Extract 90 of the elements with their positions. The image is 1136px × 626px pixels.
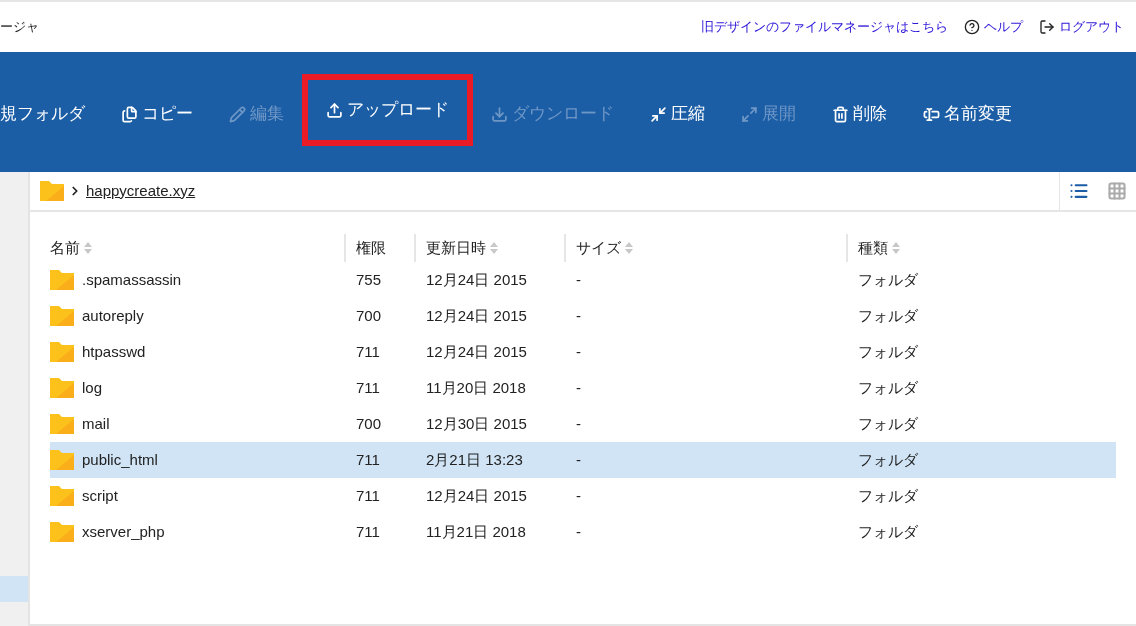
size-cell: - — [576, 450, 581, 468]
sidebar-item[interactable] — [0, 576, 28, 602]
permission-cell: 711 — [356, 342, 380, 360]
app-title: ージャ — [0, 18, 39, 37]
toolbar-button[interactable]: コピー — [103, 78, 211, 150]
column-header[interactable]: 権限 — [356, 236, 386, 260]
pencil-icon — [229, 105, 246, 123]
table-row[interactable]: htpasswd 711 12月24日 2015 - フォルダ — [50, 334, 1116, 370]
file-name: xserver_php — [82, 521, 165, 542]
permission-cell: 711 — [356, 486, 380, 504]
toolbar-button[interactable]: 削除 — [814, 78, 905, 150]
logout-icon — [1039, 19, 1055, 35]
modified-date: 12月24日 2015 — [426, 270, 527, 288]
grid-icon — [1107, 181, 1127, 201]
help-link[interactable]: ヘルプ — [964, 17, 1023, 37]
rename-icon — [923, 105, 940, 123]
permission-cell: 711 — [356, 522, 380, 540]
sort-icon[interactable] — [892, 242, 900, 254]
file-name: log — [82, 377, 103, 398]
type-cell: フォルダ — [858, 378, 918, 396]
folder-icon — [50, 306, 74, 326]
modified-date: 12月30日 2015 — [426, 414, 527, 432]
folder-icon — [50, 450, 74, 470]
download-icon — [491, 105, 508, 123]
table-row[interactable]: mail 700 12月30日 2015 - フォルダ — [50, 406, 1116, 442]
type-cell: フォルダ — [858, 270, 918, 288]
type-cell: フォルダ — [858, 450, 918, 468]
sort-icon[interactable] — [490, 242, 498, 254]
file-name: mail — [82, 413, 110, 434]
expand-arrows-icon — [741, 105, 758, 123]
old-design-link[interactable]: 旧デザインのファイルマネージャはこちら — [701, 17, 948, 37]
folder-icon — [50, 342, 74, 362]
folder-icon — [50, 270, 74, 290]
table-row[interactable]: log 711 11月20日 2018 - フォルダ — [50, 370, 1116, 406]
folder-icon — [50, 486, 74, 506]
table-row[interactable]: script 711 12月24日 2015 - フォルダ — [50, 478, 1116, 514]
table-row[interactable]: autoreply 700 12月24日 2015 - フォルダ — [50, 298, 1116, 334]
size-cell: - — [576, 270, 581, 288]
logout-link[interactable]: ログアウト — [1039, 17, 1124, 37]
modified-date: 11月21日 2018 — [426, 522, 526, 540]
permission-cell: 700 — [356, 414, 382, 432]
list-icon — [1069, 181, 1089, 201]
modified-date: 12月24日 2015 — [426, 486, 527, 504]
column-header[interactable]: 更新日時 — [426, 236, 486, 260]
file-name: public_html — [82, 449, 158, 470]
size-cell: - — [576, 414, 581, 432]
toolbar-button[interactable]: 規フォルダ — [0, 78, 103, 150]
file-name: autoreply — [82, 305, 144, 326]
file-name: script — [82, 485, 118, 506]
type-cell: フォルダ — [858, 342, 918, 360]
type-cell: フォルダ — [858, 522, 918, 540]
modified-date: 12月24日 2015 — [426, 306, 527, 324]
trash-icon — [832, 105, 849, 123]
toolbar-button[interactable]: 名前変更 — [905, 78, 1030, 150]
modified-date: 11月20日 2018 — [426, 378, 526, 396]
file-name: htpasswd — [82, 341, 146, 362]
upload-icon — [326, 101, 343, 119]
table-row[interactable]: public_html 711 2月21日 13:23 - フォルダ — [50, 442, 1116, 478]
server-folder-icon — [40, 181, 64, 201]
type-cell: フォルダ — [858, 306, 918, 324]
size-cell: - — [576, 378, 581, 396]
size-cell: - — [576, 306, 581, 324]
permission-cell: 755 — [356, 270, 382, 288]
size-cell: - — [576, 342, 581, 360]
size-cell: - — [576, 486, 581, 504]
permission-cell: 700 — [356, 306, 382, 324]
copy-icon — [121, 105, 138, 123]
toolbar-button[interactable]: アップロード — [302, 74, 473, 146]
type-cell: フォルダ — [858, 414, 918, 432]
breadcrumb-link[interactable]: happycreate.xyz — [86, 179, 196, 203]
table-row[interactable]: .spamassassin 755 12月24日 2015 - フォルダ — [50, 262, 1116, 298]
modified-date: 12月24日 2015 — [426, 342, 527, 360]
column-header[interactable]: 種類 — [858, 236, 888, 260]
table-row[interactable]: xserver_php 711 11月21日 2018 - フォルダ — [50, 514, 1116, 550]
file-name: .spamassassin — [82, 269, 182, 290]
type-cell: フォルダ — [858, 486, 918, 504]
toolbar-button[interactable]: 圧縮 — [632, 78, 723, 150]
column-header[interactable]: 名前 — [50, 236, 80, 260]
modified-date: 2月21日 13:23 — [426, 450, 523, 468]
folder-icon — [50, 378, 74, 398]
folder-icon — [50, 522, 74, 542]
compress-arrows-icon — [650, 105, 667, 123]
column-header[interactable]: サイズ — [576, 236, 621, 260]
help-icon — [964, 19, 980, 35]
sort-icon[interactable] — [625, 242, 633, 254]
folder-icon — [50, 414, 74, 434]
size-cell: - — [576, 522, 581, 540]
permission-cell: 711 — [356, 378, 380, 396]
permission-cell: 711 — [356, 450, 380, 468]
sort-icon[interactable] — [84, 242, 92, 254]
